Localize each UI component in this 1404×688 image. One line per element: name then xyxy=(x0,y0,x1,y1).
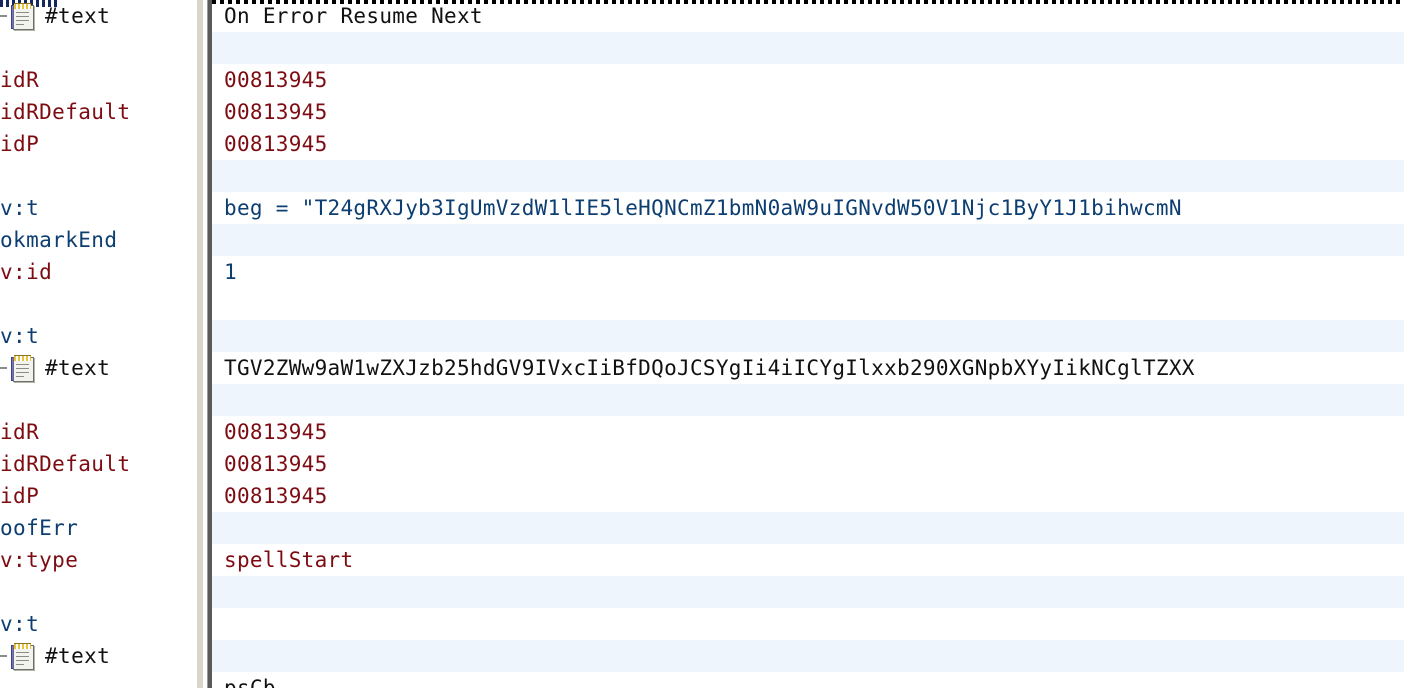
value-row[interactable]: 1 xyxy=(212,256,1404,288)
value-row-text: 00813945 xyxy=(224,100,328,124)
tree-row[interactable] xyxy=(0,384,197,416)
panel-splitter[interactable] xyxy=(197,0,212,688)
tree-connector-dash xyxy=(0,367,7,369)
tree-row-label: #text xyxy=(45,356,111,380)
value-row[interactable]: 00813945 xyxy=(212,128,1404,160)
value-row-text: 00813945 xyxy=(224,68,328,92)
dom-node-tree-panel[interactable]: #text idR idRDefault idP v:t okmarkEnd v:id v:t… xyxy=(0,0,197,688)
tree-row[interactable]: okmarkEnd xyxy=(0,224,197,256)
value-row-text: spellStart xyxy=(224,548,354,572)
value-row[interactable]: psCb xyxy=(212,672,1404,688)
tree-row[interactable]: v:t xyxy=(0,192,197,224)
tree-row-label: v:t xyxy=(0,196,40,220)
tree-row[interactable] xyxy=(0,288,197,320)
value-row-text: 00813945 xyxy=(224,452,328,476)
value-row-spacer xyxy=(212,320,1404,352)
tree-row-label: oofErr xyxy=(0,516,79,540)
tree-row[interactable]: #text xyxy=(0,640,197,672)
notepad-icon xyxy=(9,2,35,30)
value-row[interactable]: 00813945 xyxy=(212,448,1404,480)
tree-connector-dash xyxy=(0,15,7,17)
value-row-list: On Error Resume Next 00813945 00813945 0081… xyxy=(212,0,1404,688)
tree-row-label: #text xyxy=(45,644,111,668)
tree-row[interactable]: idP xyxy=(0,128,197,160)
value-row[interactable] xyxy=(212,384,1404,416)
value-row-text: 00813945 xyxy=(224,420,328,444)
value-row-text: On Error Resume Next xyxy=(224,4,483,28)
tree-row-label: idR xyxy=(0,68,40,92)
tree-row[interactable] xyxy=(0,576,197,608)
value-row-text: psCb xyxy=(224,676,276,688)
tree-row[interactable]: idR xyxy=(0,416,197,448)
value-row[interactable] xyxy=(212,608,1404,640)
tree-row-label: idP xyxy=(0,484,40,508)
tree-row-label: v:id xyxy=(0,260,53,284)
value-row[interactable] xyxy=(212,224,1404,256)
tree-row[interactable]: v:t xyxy=(0,320,197,352)
tree-row[interactable] xyxy=(0,160,197,192)
value-row-text: 00813945 xyxy=(224,484,328,508)
tree-row[interactable]: v:t xyxy=(0,608,197,640)
value-row[interactable]: 00813945 xyxy=(212,96,1404,128)
value-row[interactable]: 00813945 xyxy=(212,416,1404,448)
tree-row[interactable]: idR xyxy=(0,64,197,96)
tree-row[interactable]: #text xyxy=(0,0,197,32)
notepad-icon xyxy=(9,354,35,382)
tree-row[interactable]: oofErr xyxy=(0,512,197,544)
value-row[interactable]: beg = "T24gRXJyb3IgUmVzdW1lIE5leHQNCmZ1b… xyxy=(212,192,1404,224)
value-row-text: beg = "T24gRXJyb3IgUmVzdW1lIE5leHQNCmZ1b… xyxy=(224,196,1182,220)
value-row-text: TGV2ZWw9aW1wZXJzb25hdGV9IVxcIiBfDQoJCSYg… xyxy=(224,356,1195,380)
tree-row-label: idRDefault xyxy=(0,100,131,124)
value-row[interactable] xyxy=(212,512,1404,544)
tree-row[interactable]: v:type xyxy=(0,544,197,576)
tree-row-label: v:t xyxy=(0,324,40,348)
dom-inspector-window: #text idR idRDefault idP v:t okmarkEnd v:id v:t… xyxy=(0,0,1404,688)
tree-row-label: #text xyxy=(45,4,111,28)
tree-row[interactable]: idRDefault xyxy=(0,96,197,128)
value-row[interactable] xyxy=(212,576,1404,608)
value-panel-focus-border xyxy=(212,0,1404,4)
tree-connector-dash xyxy=(0,655,7,657)
tree-row-label: v:type xyxy=(0,548,79,572)
tree-row[interactable]: idP xyxy=(0,480,197,512)
value-row-text: 1 xyxy=(224,260,237,284)
tree-row-list: #text idR idRDefault idP v:t okmarkEnd v:id v:t… xyxy=(0,0,197,672)
value-row[interactable]: TGV2ZWw9aW1wZXJzb25hdGV9IVxcIiBfDQoJCSYg… xyxy=(212,352,1404,384)
value-row[interactable] xyxy=(212,32,1404,64)
tree-row[interactable] xyxy=(0,32,197,64)
value-row[interactable]: spellStart xyxy=(212,544,1404,576)
tree-row-label: v:t xyxy=(0,612,40,636)
value-row[interactable]: 00813945 xyxy=(212,64,1404,96)
value-row[interactable] xyxy=(212,160,1404,192)
tree-row-label: idR xyxy=(0,420,40,444)
node-value-panel[interactable]: On Error Resume Next 00813945 00813945 0081… xyxy=(212,0,1404,688)
tree-row-label: okmarkEnd xyxy=(0,228,118,252)
tree-row-label: idP xyxy=(0,132,40,156)
value-row-text: 00813945 xyxy=(224,132,328,156)
value-row[interactable] xyxy=(212,288,1404,320)
value-row[interactable]: 00813945 xyxy=(212,480,1404,512)
tree-row[interactable]: #text xyxy=(0,352,197,384)
tree-row[interactable]: idRDefault xyxy=(0,448,197,480)
notepad-icon xyxy=(9,642,35,670)
tree-row-label: idRDefault xyxy=(0,452,131,476)
value-row[interactable]: On Error Resume Next xyxy=(212,0,1404,32)
value-row[interactable] xyxy=(212,640,1404,672)
tree-row[interactable]: v:id xyxy=(0,256,197,288)
